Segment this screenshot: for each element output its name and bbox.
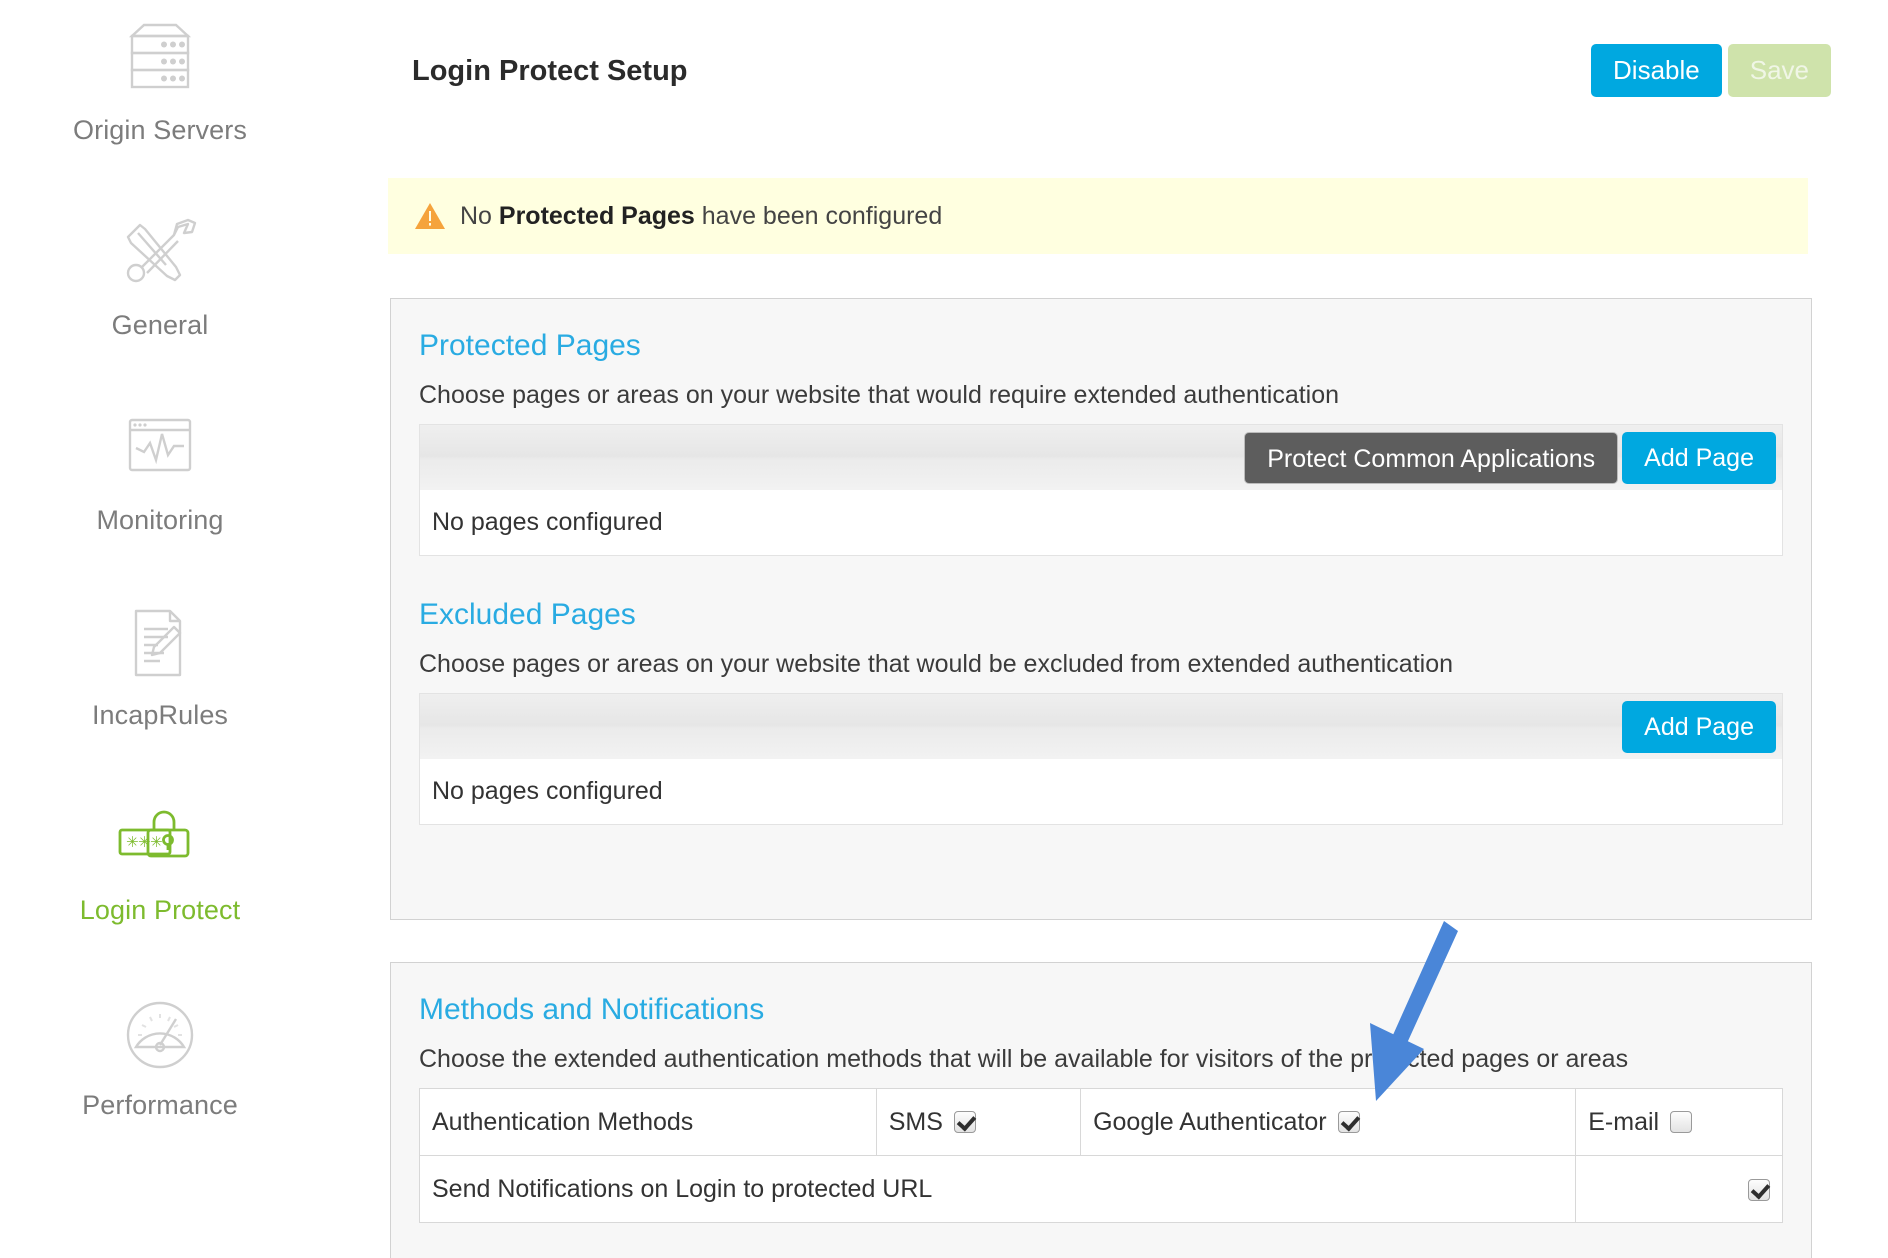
sidebar-item-label: Login Protect bbox=[79, 895, 241, 925]
disable-button[interactable]: Disable bbox=[1591, 44, 1722, 97]
send-notifications-checkbox[interactable] bbox=[1748, 1178, 1770, 1201]
excluded-pages-empty-text: No pages configured bbox=[432, 777, 663, 805]
protected-pages-description: Choose pages or areas on your website th… bbox=[419, 381, 1340, 409]
methods-description: Choose the extended authentication metho… bbox=[419, 1045, 1629, 1073]
sidebar-item-label: General bbox=[111, 310, 209, 340]
excluded-pages-description: Choose pages or areas on your website th… bbox=[419, 650, 1453, 678]
email-label: E-mail bbox=[1588, 1107, 1660, 1136]
table-row: Authentication Methods SMS Google Authen… bbox=[419, 1088, 1783, 1156]
protected-add-page-button[interactable]: Add Page bbox=[1622, 432, 1776, 484]
excluded-pages-toolbar-buttons: Add Page bbox=[1622, 701, 1776, 753]
send-notifications-cell bbox=[1575, 1155, 1783, 1223]
protected-pages-empty-text: No pages configured bbox=[432, 508, 663, 536]
server-rack-icon bbox=[112, 18, 208, 106]
monitor-graph-icon bbox=[112, 408, 208, 496]
warning-banner-text: No Protected Pages have been configured bbox=[460, 202, 942, 231]
svg-text:✳: ✳ bbox=[150, 833, 163, 851]
tools-icon bbox=[112, 213, 208, 301]
svg-text:✳: ✳ bbox=[126, 833, 139, 851]
warning-text-bold: Protected Pages bbox=[498, 201, 695, 230]
protected-pages-toolbar: Protect Common Applications Add Page bbox=[419, 424, 1783, 490]
speedometer-icon bbox=[112, 993, 208, 1081]
methods-table: Authentication Methods SMS Google Authen… bbox=[418, 1088, 1783, 1223]
sidebar-item-label: Monitoring bbox=[96, 505, 224, 535]
sidebar-item-label: Performance bbox=[82, 1090, 238, 1120]
excluded-pages-title: Excluded Pages bbox=[419, 598, 636, 631]
protected-pages-title: Protected Pages bbox=[419, 329, 641, 362]
excluded-pages-toolbar: Add Page bbox=[419, 693, 1783, 759]
sidebar-item-origin-servers[interactable]: Origin Servers bbox=[0, 8, 320, 203]
warning-text-suffix: have been configured bbox=[694, 201, 943, 230]
svg-text:✳: ✳ bbox=[138, 833, 151, 851]
sidebar-item-general[interactable]: General bbox=[0, 203, 320, 398]
protect-common-applications-button[interactable]: Protect Common Applications bbox=[1244, 432, 1619, 484]
password-lock-icon: ✳ ✳ ✳ bbox=[112, 798, 208, 886]
sidebar-item-performance[interactable]: Performance bbox=[0, 983, 320, 1178]
sidebar-item-label: IncapRules bbox=[91, 700, 229, 730]
sidebar-item-label: Origin Servers bbox=[73, 115, 247, 145]
warning-triangle-icon bbox=[414, 201, 446, 231]
email-cell: E-mail bbox=[1575, 1088, 1783, 1156]
methods-title: Methods and Notifications bbox=[419, 993, 765, 1026]
pages-panel: Protected Pages Choose pages or areas on… bbox=[390, 298, 1812, 920]
sidebar-item-login-protect[interactable]: ✳ ✳ ✳ Login Protect bbox=[0, 788, 320, 983]
app-root: Origin Servers General Monitoring IncapR… bbox=[0, 0, 1888, 1258]
page-title: Login Protect Setup bbox=[412, 55, 688, 87]
sms-cell: SMS bbox=[875, 1088, 1082, 1156]
protected-pages-toolbar-buttons: Protect Common Applications Add Page bbox=[1244, 432, 1776, 484]
table-row: Send Notifications on Login to protected… bbox=[418, 1155, 1783, 1223]
main-content: Login Protect Setup Disable Save No Prot… bbox=[320, 0, 1888, 1258]
excluded-add-page-button[interactable]: Add Page bbox=[1622, 701, 1776, 753]
sms-checkbox[interactable] bbox=[953, 1111, 976, 1133]
protected-pages-empty-row: No pages configured bbox=[419, 490, 1783, 556]
google-authenticator-cell: Google Authenticator bbox=[1080, 1088, 1577, 1156]
sidebar: Origin Servers General Monitoring IncapR… bbox=[0, 0, 320, 1258]
send-notifications-label: Send Notifications on Login to protected… bbox=[418, 1155, 1577, 1223]
sidebar-item-monitoring[interactable]: Monitoring bbox=[0, 398, 320, 593]
google-authenticator-label: Google Authenticator bbox=[1093, 1107, 1327, 1136]
email-checkbox[interactable] bbox=[1670, 1111, 1693, 1133]
save-button: Save bbox=[1727, 44, 1831, 97]
sidebar-item-incaprules[interactable]: IncapRules bbox=[0, 593, 320, 788]
auth-methods-label: Authentication Methods bbox=[419, 1088, 877, 1156]
google-authenticator-checkbox[interactable] bbox=[1337, 1111, 1360, 1133]
excluded-pages-empty-row: No pages configured bbox=[419, 759, 1783, 825]
page-header: Login Protect Setup Disable Save bbox=[320, 0, 1888, 128]
sms-label: SMS bbox=[888, 1107, 943, 1136]
header-actions: Disable Save bbox=[1591, 44, 1831, 97]
warning-banner: No Protected Pages have been configured bbox=[388, 178, 1808, 254]
methods-panel: Methods and Notifications Choose the ext… bbox=[390, 962, 1812, 1258]
document-pencil-icon bbox=[112, 603, 208, 691]
warning-text-prefix: No bbox=[460, 201, 499, 230]
